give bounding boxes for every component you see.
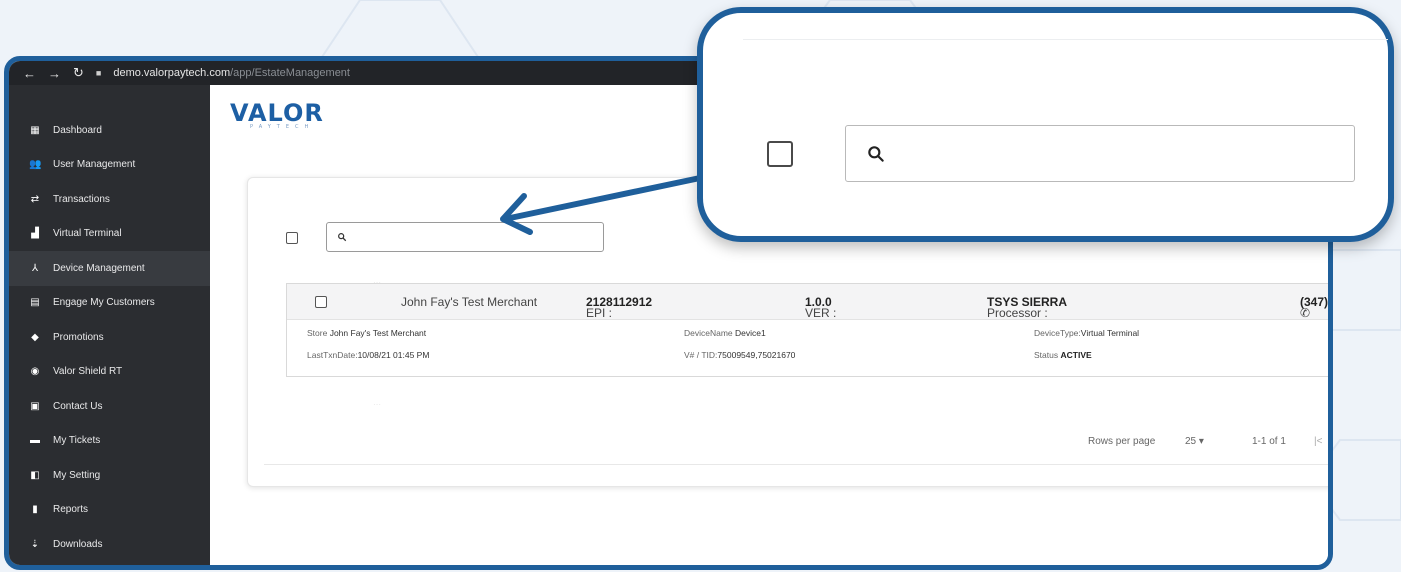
sidebar-item-label: Contact Us [53, 400, 103, 412]
page-range: 1-1 of 1 [1252, 436, 1286, 447]
last-txn-field: LastTxnDate:10/08/21 01:45 PM [307, 350, 430, 360]
vtid-field: V# / TID:75009549,75021670 [684, 350, 796, 360]
sidebar-item-label: User Management [53, 159, 136, 171]
zoom-callout [697, 7, 1394, 242]
search-input-zoomed[interactable] [845, 125, 1355, 182]
settings-icon: ◧ [30, 469, 40, 481]
epi-field: EPI : 2128112912 [586, 295, 653, 320]
sidebar: ▦ Dashboard 👥 User Management ⇄ Transactions ▟… [9, 85, 210, 565]
processor-field: Processor : TSYS SIERRA [987, 295, 1068, 320]
sidebar-item-device-management[interactable]: ⅄ Device Management [9, 251, 210, 286]
sidebar-item-label: Downloads [53, 538, 103, 550]
device-row-checkbox[interactable] [315, 296, 327, 308]
download-icon: ⇣ [30, 538, 40, 550]
first-page-button[interactable]: |< [1314, 436, 1322, 447]
device-row-header: John Fay's Test Merchant EPI : 212811291… [287, 284, 1328, 320]
terminal-icon: ▟ [31, 228, 39, 240]
device-icon: ⅄ [31, 262, 39, 274]
store-field: Store John Fay's Test Merchant [307, 328, 427, 338]
ver-field: VER : 1.0.0 [805, 295, 837, 320]
sidebar-item-contact-us[interactable]: ▣ Contact Us [9, 389, 210, 424]
merchant-name: John Fay's Test Merchant [401, 295, 538, 309]
sidebar-item-label: Valor Shield RT [53, 366, 123, 378]
address-bar[interactable]: demo.valorpaytech.com/app/EstateManageme… [113, 67, 350, 79]
lock-icon: ■ [95, 68, 102, 78]
url-path: /app/EstateManagement [230, 67, 350, 79]
search-input[interactable] [326, 222, 604, 252]
select-all-checkbox[interactable] [286, 232, 298, 244]
reload-icon[interactable]: ↻ [73, 65, 84, 81]
contact-icon: ▣ [30, 400, 40, 412]
search-icon [868, 145, 884, 162]
phone-icon: ✆ [1300, 306, 1311, 320]
rows-per-page-label: Rows per page [1088, 436, 1156, 447]
chevron-down-icon: ▾ [1198, 436, 1204, 447]
sidebar-item-promotions[interactable]: ◆ Promotions [9, 320, 210, 355]
valor-logo: VALOR PAYTECH [230, 99, 324, 130]
url-host: demo.valorpaytech.com [113, 67, 231, 79]
ghost-text: ⋯ [373, 400, 381, 409]
transfer-icon: ⇄ [30, 193, 40, 205]
sidebar-item-valor-shield-rt[interactable]: ◉ Valor Shield RT [9, 355, 210, 390]
select-all-checkbox-zoomed[interactable] [767, 141, 793, 167]
sidebar-item-label: Promotions [53, 331, 104, 343]
users-icon: 👥 [29, 159, 42, 171]
sidebar-item-reports[interactable]: ▮ Reports [9, 493, 210, 528]
ticket-icon: ▬ [30, 435, 40, 447]
device-row[interactable]: John Fay's Test Merchant EPI : 212811291… [286, 283, 1328, 377]
sidebar-item-label: Dashboard [53, 124, 102, 136]
phone-field: ✆(347) 5 [1300, 295, 1328, 320]
sidebar-item-label: Reports [53, 504, 89, 516]
status-field: Status ACTIVE [1034, 350, 1092, 360]
sidebar-item-engage-my-customers[interactable]: ▤ Engage My Customers [9, 286, 210, 321]
rows-per-page-select[interactable]: 25 ▾ [1185, 436, 1204, 447]
forward-icon[interactable]: → [48, 66, 61, 81]
search-icon [338, 233, 347, 242]
sidebar-item-label: My Setting [53, 469, 101, 481]
sidebar-item-virtual-terminal[interactable]: ▟ Virtual Terminal [9, 217, 210, 252]
device-type-field: DeviceType:Virtual Terminal [1034, 328, 1140, 338]
sidebar-item-label: My Tickets [53, 435, 101, 447]
sidebar-item-my-setting[interactable]: ◧ My Setting [9, 458, 210, 493]
shield-icon: ◉ [30, 366, 40, 378]
back-icon[interactable]: ← [23, 66, 36, 81]
sidebar-item-transactions[interactable]: ⇄ Transactions [9, 182, 210, 217]
sidebar-item-label: Transactions [53, 193, 110, 205]
card-divider [264, 464, 1328, 465]
sidebar-item-user-management[interactable]: 👥 User Management [9, 148, 210, 183]
sidebar-item-label: Virtual Terminal [53, 228, 122, 240]
sidebar-item-label: Engage My Customers [53, 297, 155, 309]
logo-subtext: PAYTECH [250, 124, 315, 130]
device-name-field: DeviceName Device1 [684, 328, 766, 338]
report-icon: ▮ [32, 504, 38, 516]
sidebar-item-label: Device Management [53, 262, 145, 274]
sidebar-item-dashboard[interactable]: ▦ Dashboard [9, 113, 210, 148]
status-badge: ACTIVE [1060, 350, 1092, 360]
engage-icon: ▤ [30, 297, 40, 309]
sidebar-item-my-tickets[interactable]: ▬ My Tickets [9, 424, 210, 459]
sidebar-item-downloads[interactable]: ⇣ Downloads [9, 527, 210, 562]
logo-text: VALOR [230, 99, 324, 127]
callout-divider [743, 39, 1388, 40]
tag-icon: ◆ [31, 331, 39, 343]
dashboard-icon: ▦ [30, 124, 40, 136]
